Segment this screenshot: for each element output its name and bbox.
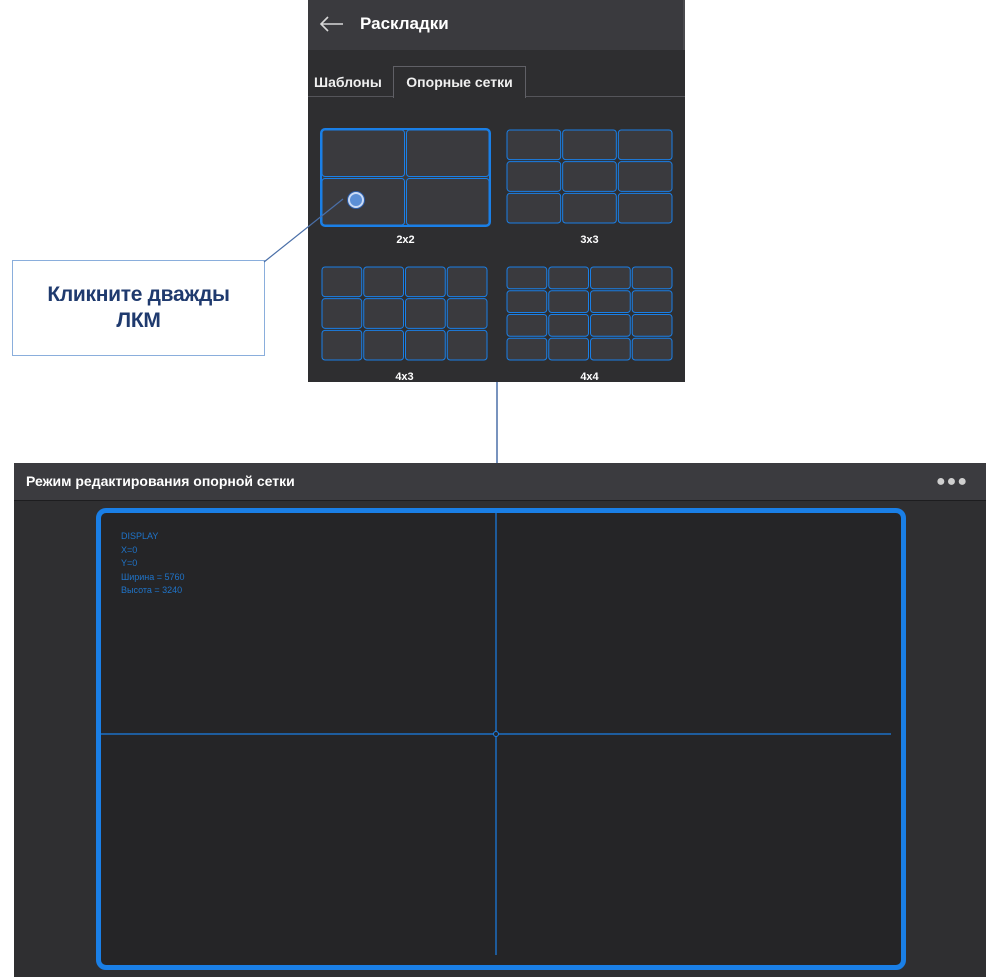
grid-thumb-cell: [631, 337, 673, 361]
display-x: X=0: [121, 544, 138, 555]
display-info: DISPLAY X=0 Y=0 Ширина = 5760 Высота = 3…: [121, 530, 185, 598]
grid-thumb-cell: [548, 290, 589, 313]
panel-header: Раскладки: [308, 0, 685, 50]
grid-option-4x4[interactable]: 4x4: [505, 265, 674, 382]
grid-thumb-cell: [363, 298, 404, 329]
reference-grid-canvas[interactable]: DISPLAY X=0 Y=0 Ширина = 5760 Высота = 3…: [96, 508, 906, 970]
grid-thumb-cell: [321, 298, 363, 329]
grid-thumb-cell: [548, 337, 589, 361]
display-y: Y=0: [121, 558, 138, 568]
grid-option-4x3[interactable]: 4x3: [320, 265, 489, 382]
grid-thumb-cell: [321, 266, 363, 298]
grid-label-4x4: 4x4: [580, 371, 599, 382]
layouts-panel: Раскладки Шаблоны Опорные сетки 2x2 3x3 …: [308, 0, 685, 382]
grid-thumb-cell: [321, 129, 405, 177]
grid-thumb-cell: [363, 329, 404, 361]
grid-label-3x3: 3x3: [580, 234, 599, 246]
grid-thumb-cell: [405, 329, 446, 361]
display-height: Высота = 3240: [121, 585, 183, 595]
instruction-callout: Кликните дважды ЛКМ: [12, 260, 265, 356]
callout-line-2: ЛКМ: [116, 309, 161, 332]
grid-thumb-cell: [363, 266, 404, 298]
grid-thumb-cell: [590, 337, 631, 361]
grid-thumb-cell: [548, 314, 589, 337]
canvas-grid-lines: [101, 513, 891, 955]
grid-thumb-cell: [590, 290, 631, 313]
grid-thumb-cell: [406, 178, 490, 226]
panel-title: Раскладки: [360, 14, 449, 33]
display-name: DISPLAY: [121, 531, 159, 541]
grid-thumb-cell: [617, 161, 673, 192]
grid-thumb-cell: [405, 298, 446, 329]
grid-option-2x2[interactable]: 2x2: [320, 128, 491, 246]
grid-thumb-cell: [506, 129, 562, 161]
editor-title: Режим редактирования опорной сетки: [26, 473, 295, 489]
grid-intersection-handle: [493, 731, 499, 737]
grid-thumb-cell: [617, 129, 673, 161]
click-target-marker: [348, 192, 364, 208]
grid-thumb-cell: [631, 290, 673, 313]
grid-thumb-cell: [506, 192, 562, 224]
grid-thumb-cell: [617, 192, 673, 224]
grid-thumb-cell: [590, 314, 631, 337]
more-dots-icon[interactable]: ●●●: [936, 473, 968, 491]
grid-thumb-cell: [631, 314, 673, 337]
editor-header: Режим редактирования опорной сетки ●●●: [14, 463, 986, 501]
callout-line-1: Кликните дважды: [47, 283, 230, 306]
grid-thumb-cell: [506, 266, 548, 290]
grid-option-3x3[interactable]: 3x3: [505, 128, 674, 246]
grid-thumb-cell: [506, 161, 562, 192]
grid-thumb-cell: [506, 290, 548, 313]
grid-thumb-cell: [562, 192, 617, 224]
grid-thumb-cell: [562, 161, 617, 192]
grid-thumb-cell: [406, 129, 490, 177]
display-width: Ширина = 5760: [121, 571, 185, 582]
grid-thumb-cell: [506, 314, 548, 337]
arrow-left-icon[interactable]: [319, 11, 345, 37]
tab-templates[interactable]: Шаблоны: [314, 67, 382, 97]
grid-thumb-cell: [590, 266, 631, 290]
grid-thumb-cell: [446, 266, 488, 298]
grid-thumb-cell: [562, 129, 617, 161]
grid-label-2x2: 2x2: [396, 234, 415, 246]
grid-label-4x3: 4x3: [395, 371, 414, 382]
grid-edit-window: Режим редактирования опорной сетки ●●● D…: [14, 463, 986, 977]
grid-thumb-cell: [548, 266, 589, 290]
grid-thumb-cell: [321, 329, 363, 361]
grid-thumb-cell: [446, 298, 488, 329]
tab-reference-grids[interactable]: Опорные сетки: [393, 66, 526, 98]
grid-thumb-cell: [631, 266, 673, 290]
grid-thumb-cell: [506, 337, 548, 361]
grid-thumb-cell: [405, 266, 446, 298]
grid-thumb-cell: [446, 329, 488, 361]
